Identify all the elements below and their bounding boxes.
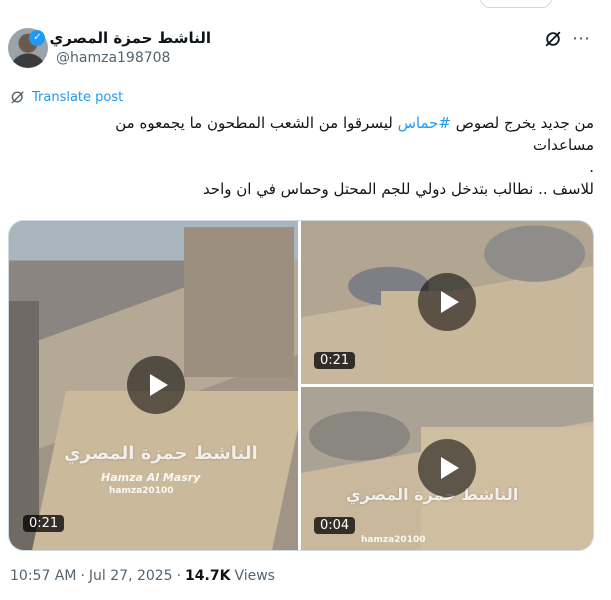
- tweet-line-4: للاسف .. نطالب بتدخل دولي للجم المحتل وح…: [202, 180, 594, 198]
- tweet-line-1: من جديد يخرج لصوص #حماس ليسرقوا من الشعب…: [34, 112, 594, 134]
- post-header: ✓ الناشط حمزة المصري @hamza198708 ⋯: [0, 0, 611, 80]
- views-label: Views: [234, 568, 275, 584]
- translate-post-link[interactable]: Translate post: [10, 89, 123, 105]
- post-time[interactable]: 10:57 AM: [10, 568, 76, 584]
- post-meta: 10:57 AM · Jul 27, 2025 · 14.7K Views: [10, 568, 275, 584]
- tweet-line-1-after: ليسرقوا من الشعب المطحون ما يجمعوه من: [115, 114, 398, 132]
- author-name-row[interactable]: ✓ الناشط حمزة المصري: [29, 29, 211, 47]
- video-watermark-handle: hamza20100: [361, 535, 426, 545]
- video-duration: 0:04: [314, 517, 356, 534]
- video-duration: 0:21: [23, 515, 65, 532]
- author-handle[interactable]: @hamza198708: [56, 50, 170, 66]
- hashtag-link[interactable]: #حماس: [398, 114, 451, 132]
- verified-badge-icon: ✓: [29, 30, 46, 46]
- media-grid: الناشط حمزة المصري Hamza Al Masry hamza2…: [8, 220, 594, 551]
- author-display-name[interactable]: الناشط حمزة المصري: [49, 29, 211, 47]
- tweet-line-2: مساعدات: [532, 136, 594, 154]
- scene-road: [381, 291, 581, 384]
- views-count: 14.7K: [185, 568, 231, 584]
- tweet-line-3: .: [589, 158, 594, 176]
- video-watermark: الناشط حمزة المصري: [64, 443, 258, 464]
- video-thumbnail-1[interactable]: الناشط حمزة المصري Hamza Al Masry hamza2…: [9, 221, 298, 550]
- tweet-text: من جديد يخرج لصوص #حماس ليسرقوا من الشعب…: [34, 112, 594, 200]
- play-button-icon[interactable]: [127, 356, 185, 414]
- scene-building: [9, 301, 39, 550]
- video-watermark-latin: Hamza Al Masry: [101, 471, 201, 484]
- video-watermark-handle: hamza20100: [109, 486, 174, 496]
- video-thumbnail-3[interactable]: الناشط حمزة المصري hamza20100 0:04: [301, 387, 593, 550]
- grok-icon[interactable]: [544, 30, 562, 48]
- more-options-icon[interactable]: ⋯: [572, 28, 591, 49]
- meta-separator: ·: [80, 568, 85, 584]
- scene-building: [184, 227, 294, 377]
- globe-translate-icon: [11, 91, 24, 104]
- tweet-line-1-before: من جديد يخرج لصوص: [451, 114, 594, 132]
- play-button-icon[interactable]: [418, 273, 476, 331]
- post-date[interactable]: Jul 27, 2025: [89, 568, 173, 584]
- translate-post-label[interactable]: Translate post: [32, 90, 123, 105]
- meta-separator: ·: [176, 568, 182, 584]
- video-duration: 0:21: [314, 352, 356, 369]
- video-thumbnail-2[interactable]: 0:21: [301, 221, 593, 384]
- play-button-icon[interactable]: [418, 439, 476, 497]
